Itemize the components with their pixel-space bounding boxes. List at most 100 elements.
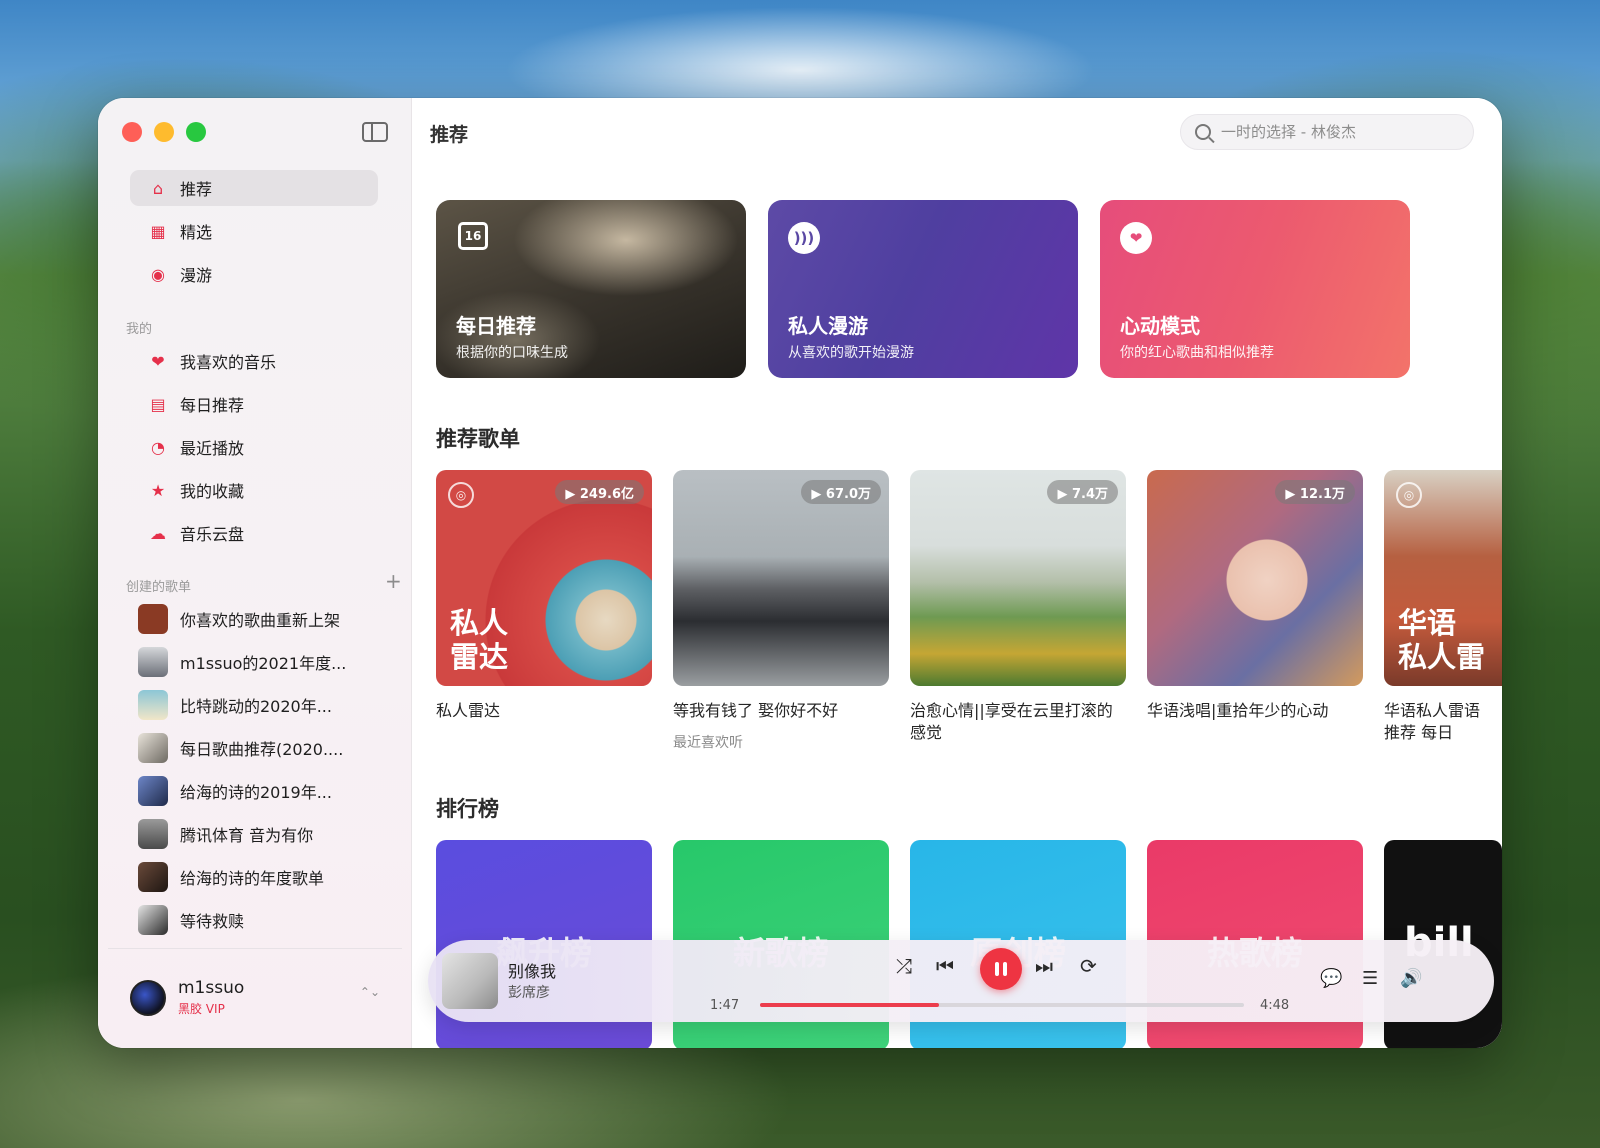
playlist-card[interactable]: ◎ ▶ 249.6亿 私人 雷达 私人雷达 <box>436 470 652 722</box>
sidebar-playlist-item[interactable]: 等待救赎 <box>138 903 378 937</box>
now-playing-artist[interactable]: 彭席彦 <box>508 982 550 1002</box>
player-bar: 别像我 彭席彦 ⤮ ⏮ ⏭ ⟳ 1:47 4:48 💬 ☰ 🔊 <box>428 940 1494 1022</box>
feature-card-subtitle: 你的红心歌曲和相似推荐 <box>1120 345 1274 361</box>
playlist-label: 比特跳动的2020年... <box>180 697 332 716</box>
feature-card-title: 心动模式 <box>1120 314 1200 338</box>
calendar-icon: ▤ <box>150 394 166 414</box>
playlist-cover: ▶ 12.1万 <box>1147 470 1363 686</box>
search-input[interactable] <box>1221 123 1441 141</box>
app-window: ⌂ 推荐 ▦ 精选 ◉ 漫游 我的 ❤ 我喜欢的音乐 ▤ 每日推荐 ◔ 最近播放… <box>98 98 1502 1048</box>
playlist-name: 私人雷达 <box>436 701 501 720</box>
feature-card-subtitle: 根据你的口味生成 <box>456 345 568 361</box>
previous-icon[interactable]: ⏮ <box>936 954 954 978</box>
nav-item-recommend[interactable]: ⌂ 推荐 <box>130 170 378 206</box>
my-item-label: 我喜欢的音乐 <box>180 353 277 372</box>
grid-icon: ▦ <box>150 221 166 241</box>
my-item-liked-music[interactable]: ❤ 我喜欢的音乐 <box>130 343 378 379</box>
playlist-card[interactable]: ▶ 12.1万 华语浅唱|重拾年少的心动 <box>1147 470 1363 722</box>
queue-icon[interactable]: ☰ <box>1362 968 1378 989</box>
close-window-button[interactable] <box>122 122 142 142</box>
play-count-badge: ▶ 7.4万 <box>1047 480 1118 504</box>
feature-card-title: 每日推荐 <box>456 314 536 338</box>
my-item-daily[interactable]: ▤ 每日推荐 <box>130 386 378 422</box>
search-icon <box>1195 124 1211 140</box>
playlist-card[interactable]: ◎ 华语 私人雷 华语私人雷语推荐 每日 <box>1384 470 1502 744</box>
next-icon[interactable]: ⏭ <box>1035 954 1053 978</box>
progress-slider[interactable] <box>760 1003 1244 1007</box>
sidebar-playlist-item[interactable]: 给海的诗的2019年... <box>138 774 378 808</box>
created-playlists-label: 创建的歌单 <box>126 580 192 595</box>
main-content: 推荐 16 每日推荐 根据你的口味生成 ))) 私人漫游 从喜欢的歌开始漫游 ❤… <box>412 98 1502 1048</box>
feature-card-title: 私人漫游 <box>788 314 868 338</box>
my-item-label: 我的收藏 <box>180 482 245 501</box>
add-playlist-icon[interactable]: + <box>385 571 402 591</box>
shuffle-icon[interactable]: ⤮ <box>896 954 912 978</box>
my-section-label: 我的 <box>126 322 153 337</box>
nav-item-featured[interactable]: ▦ 精选 <box>130 213 378 249</box>
home-icon: ⌂ <box>152 178 164 198</box>
playlist-label: 每日歌曲推荐(2020.... <box>180 740 344 759</box>
nav-label: 推荐 <box>180 180 213 199</box>
sidebar-toggle-icon[interactable] <box>362 122 388 142</box>
sidebar-playlist-item[interactable]: 你喜欢的歌曲重新上架 <box>138 602 378 636</box>
pause-button[interactable] <box>980 948 1022 990</box>
my-item-label: 最近播放 <box>180 439 245 458</box>
playlist-thumb <box>138 604 168 634</box>
cover-title: 华语 私人雷 <box>1398 606 1486 674</box>
zoom-window-button[interactable] <box>186 122 206 142</box>
playlist-name: 治愈心情||享受在云里打滚的感觉 <box>910 701 1113 742</box>
now-playing-title[interactable]: 别像我 <box>508 958 556 982</box>
nav-item-roam[interactable]: ◉ 漫游 <box>130 256 378 292</box>
user-account[interactable]: m1ssuo 黑胶 VIP ⌃⌄ <box>108 948 402 1046</box>
sidebar-playlist-item[interactable]: 给海的诗的年度歌单 <box>138 860 378 894</box>
sidebar-playlist-item[interactable]: 比特跳动的2020年... <box>138 688 378 722</box>
my-item-label: 每日推荐 <box>180 396 245 415</box>
playlist-name: 华语私人雷语推荐 每日 <box>1384 701 1481 742</box>
playlist-thumb <box>138 905 168 935</box>
chevron-updown-icon[interactable]: ⌃⌄ <box>360 986 380 998</box>
pause-bar <box>995 962 999 976</box>
clock-icon: ◔ <box>151 437 165 457</box>
elapsed-time: 1:47 <box>710 998 740 1013</box>
radio-icon: ))) <box>788 222 820 254</box>
playlist-cover: ▶ 67.0万 <box>673 470 889 686</box>
now-playing-cover[interactable] <box>442 953 498 1009</box>
playlist-label: 给海的诗的年度歌单 <box>180 869 325 888</box>
playlist-thumb <box>138 733 168 763</box>
my-item-recent[interactable]: ◔ 最近播放 <box>130 429 378 465</box>
feature-card-fm[interactable]: ))) 私人漫游 从喜欢的歌开始漫游 <box>768 200 1078 378</box>
playlist-subtitle: 最近喜欢听 <box>673 735 743 751</box>
playlist-cover: ◎ ▶ 249.6亿 私人 雷达 <box>436 470 652 686</box>
lyrics-icon[interactable]: 💬 <box>1320 968 1342 989</box>
my-item-label: 音乐云盘 <box>180 525 245 544</box>
playlist-thumb <box>138 690 168 720</box>
playlist-card[interactable]: ▶ 67.0万 等我有钱了 娶你好不好 最近喜欢听 <box>673 470 889 752</box>
cloud-icon: ☁ <box>150 523 166 543</box>
sidebar-playlist-item[interactable]: 每日歌曲推荐(2020.... <box>138 731 378 765</box>
playlist-label: 你喜欢的歌曲重新上架 <box>180 611 341 630</box>
playlist-card[interactable]: ▶ 7.4万 治愈心情||享受在云里打滚的感觉 <box>910 470 1126 744</box>
search-box[interactable] <box>1180 114 1474 150</box>
my-item-collection[interactable]: ★ 我的收藏 <box>130 472 378 508</box>
cover-title: 私人 雷达 <box>450 606 509 674</box>
nav-label: 漫游 <box>180 266 213 285</box>
sidebar-playlist-item[interactable]: 腾讯体育 音为有你 <box>138 817 378 851</box>
section-title-charts: 排行榜 <box>436 797 499 821</box>
sidebar: ⌂ 推荐 ▦ 精选 ◉ 漫游 我的 ❤ 我喜欢的音乐 ▤ 每日推荐 ◔ 最近播放… <box>98 98 412 1048</box>
nav-label: 精选 <box>180 223 213 242</box>
user-info: m1ssuo 黑胶 VIP <box>178 978 244 1017</box>
sidebar-playlist-item[interactable]: m1ssuo的2021年度... <box>138 645 378 679</box>
calendar-icon: 16 <box>458 222 488 250</box>
feature-card-heartbeat[interactable]: ❤ 心动模式 你的红心歌曲和相似推荐 <box>1100 200 1410 378</box>
my-item-cloud[interactable]: ☁ 音乐云盘 <box>130 515 378 551</box>
avatar <box>130 979 166 1016</box>
star-icon: ★ <box>150 480 166 500</box>
repeat-icon[interactable]: ⟳ <box>1080 954 1097 978</box>
pause-bar <box>1003 962 1007 976</box>
heart-icon: ❤ <box>151 351 165 371</box>
section-title-playlists: 推荐歌单 <box>436 427 520 451</box>
feature-card-daily[interactable]: 16 每日推荐 根据你的口味生成 <box>436 200 746 378</box>
minimize-window-button[interactable] <box>154 122 174 142</box>
netease-logo-icon: ◎ <box>1396 482 1422 508</box>
volume-icon[interactable]: 🔊 <box>1400 968 1422 989</box>
